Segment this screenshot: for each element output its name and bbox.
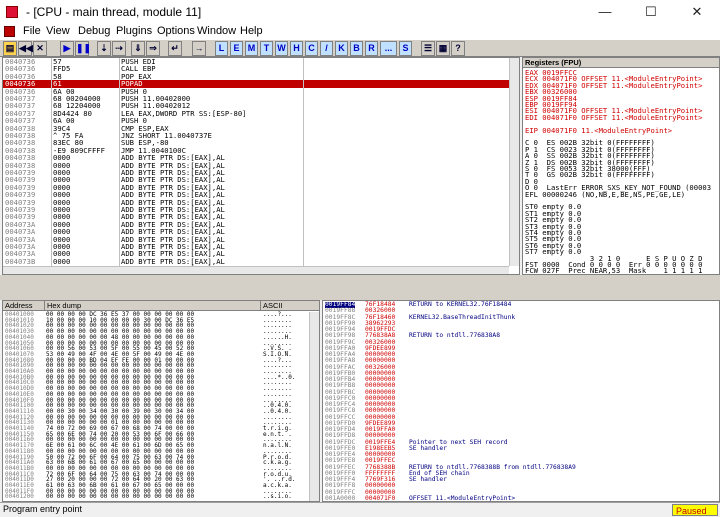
disassembly-row[interactable]: 0040737 6A 00 PUSH 0	[3, 117, 509, 125]
dump-hex-header[interactable]: Hex dump	[45, 301, 261, 311]
dump-ascii-header[interactable]: ASCII	[261, 301, 319, 311]
disassembly-row[interactable]: 0040739 0000 ADD BYTE PTR DS:[EAX],AL	[3, 191, 509, 199]
dump-hex: 00 00 00 00 00 00 00 00 00 00 00 00 00 0…	[46, 493, 195, 501]
toolbar-log-button[interactable]: L	[215, 41, 228, 56]
disassembly-row[interactable]: 0040736 FFD5 CALL EBP	[3, 65, 509, 73]
trace-into-icon[interactable]: ⇓	[131, 41, 145, 56]
toolbar-runtrace-button[interactable]: ...	[380, 41, 397, 56]
dump-row[interactable]: 00401200 00 00 00 00 00 00 00 00 00 00 00…	[3, 494, 309, 501]
menu-view[interactable]: View	[46, 25, 70, 37]
column-divider	[303, 58, 304, 266]
stack-pane[interactable]: 0019FF84 76F18484 RETURN to KERNEL32.76F18…	[322, 300, 720, 502]
registers-header: Registers (FPU)	[523, 58, 719, 68]
menu-help[interactable]: Help	[240, 25, 263, 37]
toolbar-cpu-button[interactable]: C	[305, 41, 318, 56]
disassembly-row[interactable]: 0040739 0000 ADD BYTE PTR DS:[EAX],AL	[3, 213, 509, 221]
disassembly-row[interactable]: 0040739 0000 ADD BYTE PTR DS:[EAX],AL	[3, 176, 509, 184]
close-x-icon[interactable]: ✕	[33, 41, 47, 56]
list-view-icon[interactable]: ☰	[421, 41, 435, 56]
status-message: Program entry point	[3, 504, 83, 514]
disassembly-row[interactable]: 004073A 0000 ADD BYTE PTR DS:[EAX],AL	[3, 250, 509, 258]
registers-pane[interactable]: Registers (FPU) EAX 0019FFCC ECX 004071F0…	[522, 57, 720, 275]
toolbar-windows-button[interactable]: W	[275, 41, 288, 56]
disassembly-row[interactable]: 004073B0000ADD BYTE PTR DS:[EAX],AL	[3, 257, 509, 265]
toolbar-references-button[interactable]: R	[365, 41, 378, 56]
disassembly-row[interactable]: 0040739 0000 ADD BYTE PTR DS:[EAX],AL	[3, 198, 509, 206]
pause-icon[interactable]: ❚❚	[75, 41, 91, 56]
rewind-icon[interactable]: ◀◀	[18, 41, 33, 56]
disassembly-pane[interactable]: 0040736 57 PUSH EDI 0040736 FFD5 CALL EBP 0040…	[2, 57, 520, 275]
register-line[interactable]: T 0 GS 002B 32bit 0(FFFFFFFF)	[525, 171, 655, 179]
title-bar: - [CPU - main thread, module 11] — ☐ ✕	[0, 0, 720, 24]
disassembly-row[interactable]: 0040738 -E9 809CFFFF JMP 11.0040100C	[3, 146, 509, 154]
toolbar-breakpoints-button[interactable]: B	[350, 41, 363, 56]
disassembly-row[interactable]: 0040736 61 POPAD	[3, 80, 509, 88]
disassembly-row[interactable]: 0040739 0000 ADD BYTE PTR DS:[EAX],AL	[3, 206, 509, 214]
toolbar-callstack-button[interactable]: K	[335, 41, 348, 56]
grid-view-icon[interactable]: ▦	[436, 41, 450, 56]
close-button[interactable]: ✕	[674, 0, 720, 24]
execute-till-return-icon[interactable]: ↵	[168, 41, 182, 56]
help-icon[interactable]: ?	[451, 41, 465, 56]
disassembly-row[interactable]: 0040739 0000 ADD BYTE PTR DS:[EAX],AL	[3, 183, 509, 191]
toolbar-threads-button[interactable]: T	[260, 41, 273, 56]
disassembly-row[interactable]: 0040736 58 POP EAX	[3, 72, 509, 80]
disassembly-row[interactable]: 0040739 0000 ADD BYTE PTR DS:[EAX],AL	[3, 169, 509, 177]
status-bar: Program entry point Paused	[0, 502, 720, 517]
dump-vscrollbar[interactable]	[309, 312, 319, 501]
disassembly-row[interactable]: 004073A 0000 ADD BYTE PTR DS:[EAX],AL	[3, 243, 509, 251]
disassembly-hscrollbar[interactable]	[3, 266, 509, 274]
disassembly-row[interactable]: 0040738 0000 ADD BYTE PTR DS:[EAX],AL	[3, 161, 509, 169]
window-title: - [CPU - main thread, module 11]	[26, 5, 202, 19]
hex-dump-pane[interactable]: Address Hex dump ASCII 00401000 00 00 00 …	[2, 300, 320, 502]
disassembly-row[interactable]: 0040738 0000 ADD BYTE PTR DS:[EAX],AL	[3, 154, 509, 162]
minimize-button[interactable]: —	[582, 0, 628, 24]
toolbar-handles-button[interactable]: H	[290, 41, 303, 56]
app-icon	[6, 6, 18, 18]
debugger-state-badge: Paused	[672, 504, 718, 516]
folder-open-icon[interactable]: ▤	[3, 41, 17, 56]
dump-ascii: ..s.i.o.	[263, 493, 292, 501]
step-over-icon[interactable]: ⇢	[112, 41, 126, 56]
menu-options[interactable]: Options	[157, 25, 195, 37]
column-divider	[51, 58, 52, 266]
disassembly-row[interactable]: 0040736 57 PUSH EDI	[3, 58, 509, 65]
play-icon[interactable]: ▶	[60, 41, 74, 56]
trace-over-icon[interactable]: ⇒	[146, 41, 160, 56]
menu-file[interactable]: File	[23, 25, 41, 37]
maximize-button[interactable]: ☐	[628, 0, 674, 24]
menu-debug[interactable]: Debug	[78, 25, 110, 37]
system-menu-icon[interactable]	[4, 26, 15, 37]
goto-icon[interactable]: →	[192, 41, 206, 56]
disassembly-row[interactable]: 004073A 0000 ADD BYTE PTR DS:[EAX],AL	[3, 228, 509, 236]
pane-splitter[interactable]	[0, 275, 720, 300]
menu-window[interactable]: Window	[197, 25, 236, 37]
toolbar: ▤ ◀◀ ✕ ▶ ❚❚ ⇣ ⇢ ⇓ ⇒ ↵ → L E M T W H C / …	[0, 39, 720, 57]
dump-address: 00401200	[5, 493, 34, 501]
disassembly-row[interactable]: 004073A 0000 ADD BYTE PTR DS:[EAX],AL	[3, 235, 509, 243]
disassembly-row[interactable]: 004073A 0000 ADD BYTE PTR DS:[EAX],AL	[3, 220, 509, 228]
dump-address-header[interactable]: Address	[3, 301, 45, 311]
register-line[interactable]: EDI 004071F0 OFFSET 11.<ModuleEntryPoint…	[525, 113, 702, 121]
toolbar-patches-button[interactable]: /	[320, 41, 333, 56]
register-line[interactable]: FCW 027F Prec NEAR,53 Mask 1 1 1 1 1	[525, 267, 702, 274]
column-divider	[119, 58, 120, 266]
toolbar-memory-button[interactable]: M	[245, 41, 258, 56]
toolbar-source-button[interactable]: S	[399, 41, 412, 56]
register-line[interactable]: EFL 00000246 (NO,NB,E,BE,NS,PE,GE,LE)	[525, 190, 685, 198]
menu-plugins[interactable]: Plugins	[116, 25, 152, 37]
disassembly-row[interactable]: 0040737 8D4424 80 LEA EAX,DWORD PTR SS:[ES…	[3, 109, 509, 117]
register-line[interactable]: EIP 004071F0 11.<ModuleEntryPoint>	[525, 126, 672, 134]
toolbar-executables-button[interactable]: E	[230, 41, 243, 56]
menu-bar: File View Debug Plugins Options Window H…	[0, 24, 720, 39]
step-into-icon[interactable]: ⇣	[97, 41, 111, 56]
disassembly-vscrollbar[interactable]	[509, 58, 519, 266]
